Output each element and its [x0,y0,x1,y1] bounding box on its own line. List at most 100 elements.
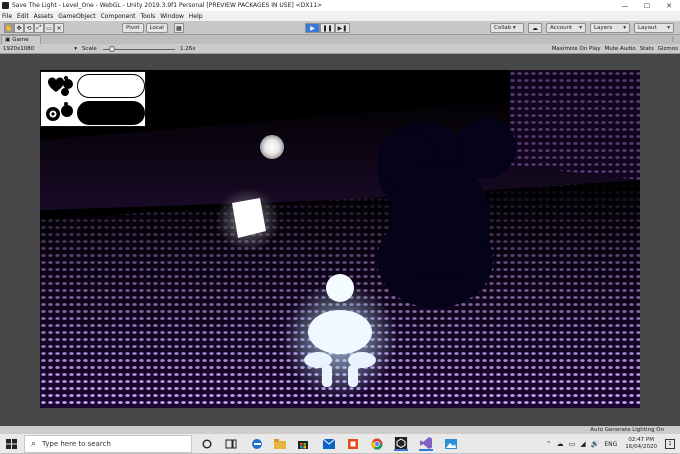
hand-tool-button[interactable]: ✋ [4,23,14,33]
close-button[interactable]: ✕ [658,0,680,11]
rect-tool-button[interactable]: ▭ [44,23,54,33]
move-tool-button[interactable]: ✥ [14,23,24,33]
volume-icon[interactable]: 🔊 [591,440,600,448]
heart-character-icon [48,76,73,96]
clock-time: 02:47 PM [628,437,654,443]
collab-dropdown[interactable]: Collab ▾ [490,23,524,33]
pause-button[interactable]: ❚❚ [320,23,335,33]
play-controls: ▶ ❚❚ ▶❚ [305,23,350,33]
scale-value: 1.26x [180,46,196,52]
visual-studio-icon[interactable] [419,437,433,451]
rotate-tool-button[interactable]: ⟲ [24,23,34,33]
game-tab-icon: ▣ [5,37,11,43]
layers-label: Layers [594,25,613,31]
light-bar [77,101,145,125]
title-bar: Save The Light - Level_One - WebGL - Uni… [0,0,680,11]
main-toolbar: ✋ ✥ ⟲ ⤢ ▭ ✕ Pivot Local ▦ ▶ ❚❚ ▶❚ Collab… [0,21,680,35]
scale-slider-handle[interactable] [109,46,115,52]
mail-icon[interactable] [322,437,336,451]
step-button[interactable]: ▶❚ [335,23,350,33]
file-explorer-icon[interactable] [273,437,287,451]
chrome-icon[interactable] [370,437,384,451]
scale-label: Scale [82,46,97,52]
cloud-icon[interactable]: ☁ [528,23,542,33]
mute-audio-toggle[interactable]: Mute Audio [605,45,636,53]
game-tab-label: Game [12,37,29,43]
game-tab-row: ▣ Game ⋮ [0,35,680,44]
maximize-on-play-toggle[interactable]: Maximize On Play [552,45,601,53]
gizmos-dropdown[interactable]: Gizmos [658,45,678,53]
onedrive-icon[interactable]: ☁ [557,440,564,448]
system-tray: ⌃ ☁ ▭ ◢ 🔊 ENG 02:47 PM 16/04/2020 1 [546,434,680,454]
search-placeholder: Type here to search [42,440,111,448]
chevron-down-icon: ▾ [667,25,670,31]
chevron-down-icon: ▾ [74,46,77,52]
play-button[interactable]: ▶ [305,23,320,33]
task-view-icon[interactable] [224,437,238,451]
menu-edit[interactable]: Edit [17,13,29,20]
edge-browser-icon[interactable] [250,437,264,451]
show-hidden-icons-icon[interactable]: ⌃ [546,440,552,448]
office-icon[interactable] [346,437,360,451]
layout-label: Layout [638,25,657,31]
menu-window[interactable]: Window [160,13,184,20]
account-dropdown[interactable]: Account ▾ [546,23,586,33]
notification-center-icon[interactable]: 1 [665,439,675,449]
local-label: Local [149,25,164,31]
local-button[interactable]: Local [145,23,168,33]
toolbar-right: Collab ▾ ☁ Account ▾ Layers ▾ Layout ▾ [490,23,674,33]
menu-assets[interactable]: Assets [34,13,54,20]
light-eye-icon [46,102,73,121]
health-bar [77,74,145,98]
layout-dropdown[interactable]: Layout ▾ [634,23,674,33]
maximize-button[interactable]: ☐ [636,0,658,11]
player-hud [40,71,146,127]
layers-dropdown[interactable]: Layers ▾ [590,23,630,33]
window-title: Save The Light - Level_One - WebGL - Uni… [12,2,323,9]
store-icon[interactable] [296,437,310,451]
battery-icon[interactable]: ▭ [569,440,576,448]
resolution-dropdown[interactable]: 1920x1080 ▾ [1,45,79,53]
transform-tool-button[interactable]: ✕ [54,23,64,33]
account-label: Account [550,25,573,31]
minimize-button[interactable]: — [614,0,636,11]
clock-date: 16/04/2020 [625,444,657,450]
menu-gameobject[interactable]: GameObject [58,13,95,20]
search-icon: ⌕ [31,439,37,449]
chevron-down-icon: ▾ [623,25,626,31]
tab-menu-icon[interactable]: ⋮ [670,36,676,43]
chevron-down-icon: ▾ [579,25,582,31]
pivot-group: Pivot Local ▦ [122,23,184,33]
unity-logo-icon [2,2,9,9]
menu-tools[interactable]: Tools [140,13,155,20]
transform-tools: ✋ ✥ ⟲ ⤢ ▭ ✕ [4,23,64,33]
windows-taskbar: ⌕ Type here to search ⌃ ☁ ▭ ◢ 🔊 ENG 02:4… [0,433,680,453]
collab-label: Collab ▾ [494,25,516,31]
taskbar-search-input[interactable]: ⌕ Type here to search [24,435,192,453]
resolution-label: 1920x1080 [3,46,35,52]
tab-game[interactable]: ▣ Game [1,35,41,44]
windows-start-icon[interactable] [6,439,17,449]
unity-taskbar-icon[interactable] [394,437,408,451]
game-view-options: Maximize On Play Mute Audio Stats Gizmos [552,45,678,53]
pivot-button[interactable]: Pivot [122,23,144,33]
glowing-cube [232,198,266,238]
cortana-icon[interactable] [200,437,214,451]
stats-toggle[interactable]: Stats [640,45,654,53]
menu-bar: File Edit Assets GameObject Component To… [0,11,680,21]
menu-component[interactable]: Component [101,13,136,20]
window-controls: — ☐ ✕ [614,0,680,11]
glowing-sphere [260,135,284,159]
game-view-toolbar: 1920x1080 ▾ Scale 1.26x Maximize On Play… [0,44,680,54]
status-bar: Auto Generate Lighting On [0,426,680,433]
grid-snap-icon[interactable]: ▦ [173,23,184,33]
scale-tool-button[interactable]: ⤢ [34,23,44,33]
clock[interactable]: 02:47 PM 16/04/2020 [625,437,657,451]
language-indicator[interactable]: ENG [604,441,617,448]
menu-file[interactable]: File [2,13,12,20]
notification-count: 1 [668,441,672,447]
photos-icon[interactable] [444,437,458,451]
network-icon[interactable]: ◢ [580,440,585,448]
menu-help[interactable]: Help [189,13,203,20]
pivot-label: Pivot [126,25,140,31]
